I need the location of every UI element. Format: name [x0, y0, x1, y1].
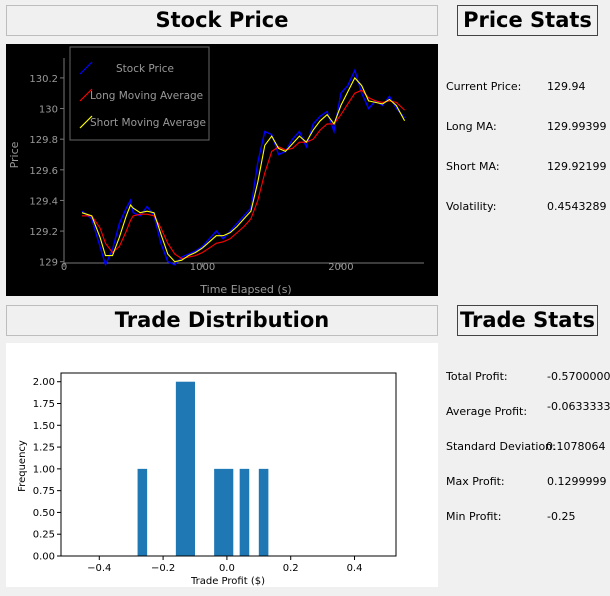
price-x-axis-label: Time Elapsed (s)	[199, 283, 291, 296]
price-y-tick-label: 129	[39, 258, 58, 269]
current-price-label: Current Price:	[446, 80, 522, 93]
price-x-tick-label: 2000	[328, 262, 353, 273]
trade-stats-header: Trade Stats	[457, 305, 598, 336]
long-ma-value: 129.99399	[547, 120, 607, 133]
stock-price-chart: 0 1000 2000 129 129.2 129.4 129.6 129.8 130 130.2…	[8, 46, 424, 296]
average-profit-value: -0.0633333	[547, 400, 610, 413]
long-ma-label: Long MA:	[446, 120, 497, 133]
std-deviation-value: 0.1078064	[546, 440, 606, 453]
current-price-value: 129.94	[547, 80, 586, 93]
trade-x-tick-label: −0.4	[87, 563, 111, 574]
price-y-tick-label: 129.4	[29, 196, 58, 207]
trade-x-tick-label: −0.2	[151, 563, 175, 574]
trade-bar	[137, 468, 148, 556]
price-y-axis-label: Price	[8, 141, 21, 168]
price-legend: Stock Price Long Moving Average Short Movi…	[69, 46, 210, 141]
price-y-tick-label: 129.6	[29, 166, 58, 177]
max-profit-value: 0.1299999	[547, 475, 607, 488]
trade-y-axis-label: Frequency	[17, 440, 28, 492]
trade-y-tick-label: 0.00	[33, 552, 55, 563]
trade-bar	[175, 381, 195, 556]
stock-price-header: Stock Price	[6, 5, 438, 36]
trade-y-tick-label: 1.75	[33, 399, 55, 410]
trade-y-tick-label: 1.50	[33, 421, 55, 432]
price-y-tick-label: 130	[39, 105, 58, 116]
trade-bar	[239, 468, 250, 556]
trade-distribution-header: Trade Distribution	[6, 305, 438, 336]
average-profit-label: Average Profit:	[446, 405, 528, 418]
trade-distribution-chart-panel: −0.4 −0.2 0.0 0.2 0.4 0.00 0.25 0.50 0.75 1.00 1.2…	[6, 343, 438, 587]
price-y-tick-label: 129.2	[29, 227, 58, 238]
trade-x-tick-label: 0.4	[347, 563, 363, 574]
trade-x-tick-label: 0.2	[283, 563, 299, 574]
price-legend-label: Long Moving Average	[90, 90, 203, 102]
price-legend-label: Short Moving Average	[90, 117, 206, 129]
price-legend-label: Stock Price	[116, 63, 174, 75]
trade-bar	[214, 468, 234, 556]
trade-y-tick-label: 1.25	[33, 443, 55, 454]
trade-y-tick-label: 0.75	[33, 486, 55, 497]
price-x-tick-label: 0	[61, 262, 67, 273]
price-y-tick-label: 130.2	[29, 74, 58, 85]
trade-y-tick-label: 2.00	[33, 377, 55, 388]
short-ma-label: Short MA:	[446, 160, 500, 173]
trade-bar	[258, 468, 269, 556]
volatility-value: 0.4543289	[547, 200, 607, 213]
total-profit-value: -0.5700000	[547, 370, 610, 383]
trade-y-tick-label: 1.00	[33, 464, 55, 475]
volatility-label: Volatility:	[446, 200, 497, 213]
max-profit-label: Max Profit:	[446, 475, 505, 488]
short-ma-value: 129.92199	[547, 160, 607, 173]
price-y-tick-label: 129.8	[29, 135, 58, 146]
trade-distribution-chart: −0.4 −0.2 0.0 0.2 0.4 0.00 0.25 0.50 0.75 1.00 1.2…	[17, 372, 397, 587]
trade-x-axis-label: Trade Profit ($)	[190, 576, 265, 587]
min-profit-label: Min Profit:	[446, 510, 502, 523]
price-stats-header: Price Stats	[457, 5, 598, 36]
stock-price-chart-panel: 0 1000 2000 129 129.2 129.4 129.6 129.8 130 130.2…	[6, 44, 438, 296]
price-x-tick-label: 1000	[190, 262, 215, 273]
trade-x-tick-label: 0.0	[219, 563, 235, 574]
trade-y-tick-label: 0.50	[33, 508, 55, 519]
min-profit-value: -0.25	[547, 510, 576, 523]
trade-y-tick-label: 0.25	[33, 530, 55, 541]
std-deviation-label: Standard Deviation:	[446, 440, 556, 453]
total-profit-label: Total Profit:	[446, 370, 508, 383]
